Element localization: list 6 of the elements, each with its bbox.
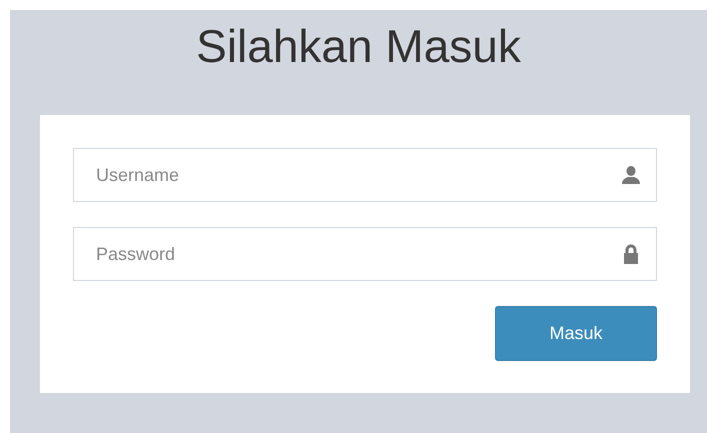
- login-button[interactable]: Masuk: [495, 306, 657, 361]
- user-icon: [621, 165, 641, 185]
- password-field[interactable]: Password: [73, 227, 657, 281]
- page-title: Silahkan Masuk: [196, 23, 521, 69]
- lock-icon: [621, 244, 641, 264]
- username-field[interactable]: Username: [73, 148, 657, 202]
